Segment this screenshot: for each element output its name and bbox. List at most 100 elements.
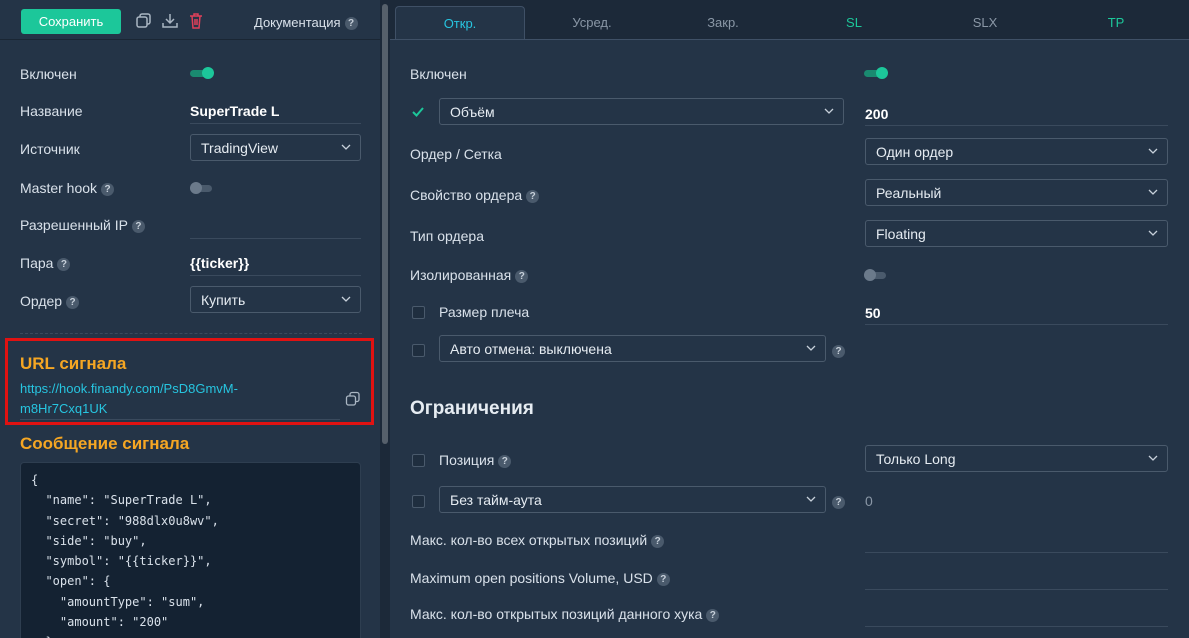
leverage-label: Размер плеча xyxy=(439,304,530,320)
pair-underline xyxy=(190,275,361,276)
max-all-field[interactable] xyxy=(865,552,1168,553)
chevron-down-icon xyxy=(1148,189,1158,195)
divider xyxy=(20,333,362,334)
documentation-link[interactable]: Документация? xyxy=(254,15,358,31)
timeout-number[interactable]: 0 xyxy=(865,493,873,509)
chevron-down-icon xyxy=(806,345,816,351)
open-settings-panel: Включен Объём 200 Ордер / Сетка Один орд… xyxy=(390,39,1189,638)
tab-sl[interactable]: SL xyxy=(789,6,919,39)
signal-url[interactable]: https://hook.finandy.com/PsD8GmvM-m8Hr7C… xyxy=(20,379,320,419)
tab-slx[interactable]: SLX xyxy=(920,6,1050,39)
save-button[interactable]: Сохранить xyxy=(21,9,121,34)
name-field[interactable]: SuperTrade L xyxy=(190,103,279,119)
help-icon[interactable]: ? xyxy=(651,534,665,548)
help-icon[interactable]: ? xyxy=(344,17,358,31)
isolated-toggle[interactable] xyxy=(864,269,888,281)
check-icon[interactable] xyxy=(411,105,425,119)
leverage-checkbox[interactable] xyxy=(412,306,425,319)
enabled-label: Включен xyxy=(20,66,77,82)
help-icon[interactable]: ? xyxy=(57,257,71,271)
order-select-value: Купить xyxy=(201,291,246,308)
help-icon[interactable]: ? xyxy=(101,182,115,196)
order-grid-select[interactable]: Один ордер xyxy=(865,138,1168,165)
chevron-down-icon xyxy=(1148,455,1158,461)
order-prop-value: Реальный xyxy=(876,184,942,201)
tab-open[interactable]: Откр. xyxy=(395,6,525,39)
toolbar: Сохранить Документация? xyxy=(0,0,380,40)
max-hook-label: Макс. кол-во открытых позиций данного ху… xyxy=(410,606,720,622)
max-hook-field[interactable] xyxy=(865,626,1168,627)
name-underline xyxy=(190,123,361,124)
auto-cancel-value: Авто отмена: выключена xyxy=(450,340,612,357)
scrollbar[interactable] xyxy=(381,0,389,638)
chevron-down-icon xyxy=(1148,148,1158,154)
signal-message-code[interactable]: { "name": "SuperTrade L", "secret": "988… xyxy=(20,462,361,638)
pair-field[interactable]: {{ticker}} xyxy=(190,255,249,271)
open-enabled-label: Включен xyxy=(410,66,467,82)
position-select[interactable]: Только Long xyxy=(865,445,1168,472)
hook-settings-panel: Сохранить Документация? Включен Название… xyxy=(0,0,380,638)
message-title: Сообщение сигнала xyxy=(20,434,190,453)
help-icon[interactable]: ? xyxy=(515,269,529,283)
order-select[interactable]: Купить xyxy=(190,286,361,313)
chevron-down-icon xyxy=(341,296,351,302)
pair-label: Пара? xyxy=(20,255,71,271)
volume-field[interactable]: 200 xyxy=(865,106,888,122)
enabled-toggle[interactable] xyxy=(190,67,214,79)
tab-close[interactable]: Закр. xyxy=(658,6,788,39)
position-label: Позиция? xyxy=(439,452,512,468)
chevron-down-icon xyxy=(806,496,816,502)
auto-cancel-select[interactable]: Авто отмена: выключена xyxy=(439,335,826,362)
name-label: Название xyxy=(20,103,83,119)
help-icon[interactable]: ? xyxy=(526,189,540,203)
tab-bar: Откр. Усред. Закр. SL SLX TP xyxy=(390,0,1189,39)
tab-tp[interactable]: TP xyxy=(1051,6,1181,39)
max-all-label: Макс. кол-во всех открытых позиций? xyxy=(410,532,665,548)
order-grid-value: Один ордер xyxy=(876,143,954,160)
auto-cancel-checkbox[interactable] xyxy=(412,344,425,357)
help-icon[interactable]: ? xyxy=(832,496,845,509)
position-value: Только Long xyxy=(876,450,956,467)
help-icon[interactable]: ? xyxy=(832,345,845,358)
copy-icon[interactable] xyxy=(345,391,361,407)
url-title: URL сигнала xyxy=(20,354,127,373)
chevron-down-icon xyxy=(1148,230,1158,236)
source-select[interactable]: TradingView xyxy=(190,134,361,161)
timeout-checkbox[interactable] xyxy=(412,495,425,508)
duplicate-icon[interactable] xyxy=(135,12,153,30)
allowed-ip-label: Разрешенный IP? xyxy=(20,217,145,233)
order-prop-label: Свойство ордера? xyxy=(410,187,540,203)
max-volume-label: Maximum open positions Volume, USD? xyxy=(410,570,670,586)
order-label: Ордер? xyxy=(20,293,80,309)
order-type-label: Тип ордера xyxy=(410,228,485,244)
help-icon[interactable]: ? xyxy=(656,572,670,586)
tab-average[interactable]: Усред. xyxy=(527,6,657,39)
order-prop-select[interactable]: Реальный xyxy=(865,179,1168,206)
help-icon[interactable]: ? xyxy=(131,219,145,233)
help-icon[interactable]: ? xyxy=(66,295,80,309)
leverage-field[interactable]: 50 xyxy=(865,305,881,321)
timeout-value: Без тайм-аута xyxy=(450,491,542,508)
leverage-underline xyxy=(865,324,1168,325)
chevron-down-icon xyxy=(341,144,351,150)
volume-underline xyxy=(865,125,1168,126)
source-select-value: TradingView xyxy=(201,139,279,156)
chevron-down-icon xyxy=(824,108,834,114)
masterhook-toggle[interactable] xyxy=(190,182,214,194)
help-icon[interactable]: ? xyxy=(498,454,512,468)
order-type-value: Floating xyxy=(876,225,926,242)
scrollbar-thumb[interactable] xyxy=(382,4,388,444)
open-enabled-toggle[interactable] xyxy=(864,67,888,79)
url-underline xyxy=(20,419,340,420)
download-icon[interactable] xyxy=(161,12,179,30)
isolated-label: Изолированная? xyxy=(410,267,529,283)
order-type-select[interactable]: Floating xyxy=(865,220,1168,247)
timeout-select[interactable]: Без тайм-аута xyxy=(439,486,826,513)
max-volume-field[interactable] xyxy=(865,589,1168,590)
order-grid-label: Ордер / Сетка xyxy=(410,146,502,162)
volume-type-select[interactable]: Объём xyxy=(439,98,844,125)
position-checkbox[interactable] xyxy=(412,454,425,467)
trash-icon[interactable] xyxy=(187,12,205,30)
help-icon[interactable]: ? xyxy=(706,608,720,622)
allowed-ip-field[interactable] xyxy=(190,238,361,239)
